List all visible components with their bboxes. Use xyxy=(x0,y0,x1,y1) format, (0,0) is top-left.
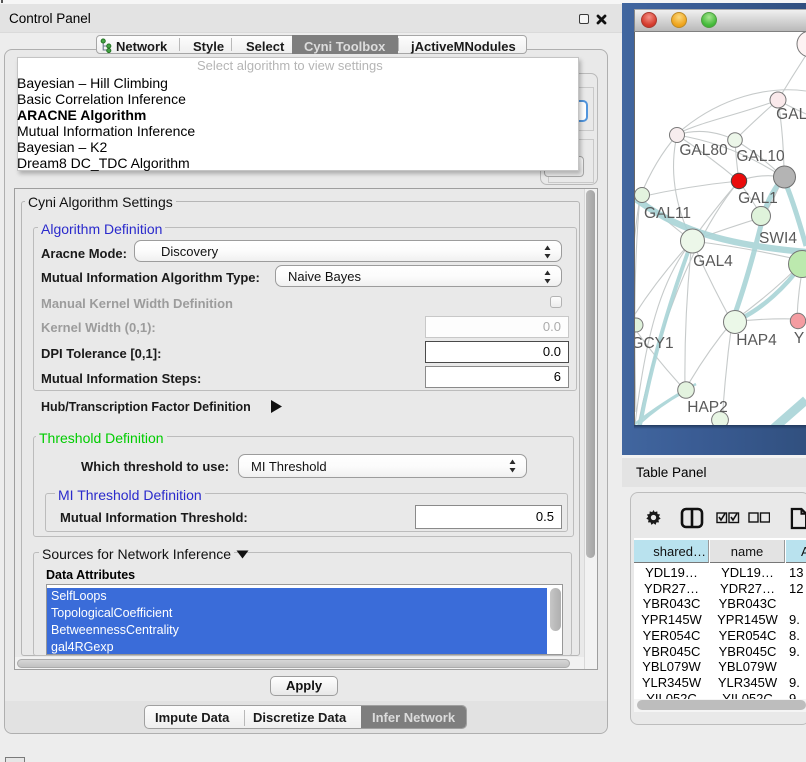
svg-text:GAL80: GAL80 xyxy=(679,142,728,159)
svg-text:GAL1: GAL1 xyxy=(738,190,778,207)
svg-text:HAP4: HAP4 xyxy=(736,332,777,349)
svg-text:GAL7: GAL7 xyxy=(776,106,806,123)
svg-text:HAP2: HAP2 xyxy=(687,399,728,416)
svg-text:GAL10: GAL10 xyxy=(736,148,785,165)
svg-text:SWI4: SWI4 xyxy=(759,230,797,247)
svg-text:GAL11: GAL11 xyxy=(644,205,691,222)
svg-text:GAL4: GAL4 xyxy=(693,253,733,270)
svg-text:Y: Y xyxy=(794,330,804,347)
svg-text:GCY1: GCY1 xyxy=(635,335,674,352)
